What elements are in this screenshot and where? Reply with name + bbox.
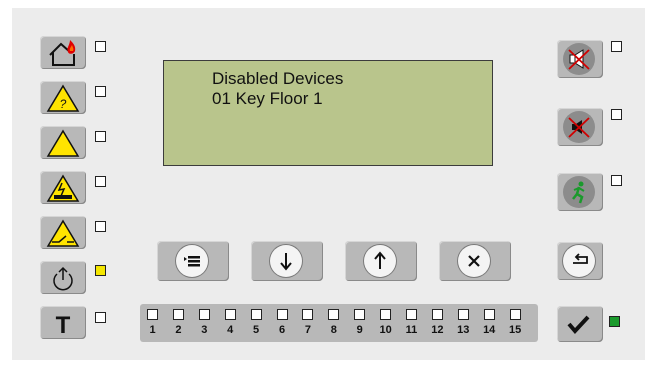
back-button[interactable] (557, 242, 603, 280)
back-return-icon (573, 253, 588, 264)
buzzer-off-button[interactable] (557, 108, 603, 146)
zone-led-13: 13 (455, 309, 479, 339)
cancel-x-icon (468, 255, 480, 267)
arrow-up-icon (374, 251, 386, 269)
test-led (95, 312, 106, 323)
test-label: T (56, 312, 71, 338)
electrical-led (95, 176, 106, 187)
zone-led-number: 13 (457, 324, 470, 336)
warning-question-icon: ? (46, 84, 80, 112)
warning-triangle-icon (46, 129, 80, 157)
power-button[interactable] (40, 261, 86, 294)
zone-led-number: 3 (201, 324, 208, 336)
warning-electrical-icon (46, 174, 80, 202)
zone-led-6: 6 (274, 309, 298, 339)
zone-led-15: 15 (507, 309, 531, 339)
zone-led-number: 14 (483, 324, 496, 336)
fire-house-icon (49, 40, 76, 66)
test-button[interactable]: T (40, 306, 86, 339)
zone-led-indicator (457, 309, 469, 320)
display-line-2: 01 Key Floor 1 (212, 89, 323, 108)
warning-led (95, 131, 106, 142)
menu-icon (184, 256, 200, 267)
power-icon (53, 266, 73, 291)
warning-switch-button[interactable] (40, 216, 86, 249)
lcd-display: Disabled Devices 01 Key Floor 1 (163, 60, 493, 166)
menu-button[interactable] (157, 241, 229, 281)
sounder-off-icon (568, 49, 590, 70)
zone-led-indicator (276, 309, 288, 320)
evacuate-icon (572, 181, 585, 204)
zone-led-indicator (147, 309, 158, 320)
zone-led-4: 4 (222, 309, 246, 339)
confirm-led (609, 316, 620, 327)
zone-led-indicator (172, 309, 184, 320)
zone-led-5: 5 (248, 309, 272, 339)
zone-led-number: 1 (149, 324, 156, 336)
zone-led-12: 12 (429, 309, 453, 339)
zone-led-number: 7 (304, 324, 311, 336)
switch-led (95, 221, 106, 232)
cancel-button[interactable] (439, 241, 511, 281)
zone-led-indicator (354, 309, 366, 320)
evacuate-button[interactable] (557, 173, 603, 211)
fire-house-button[interactable] (40, 36, 86, 69)
arrow-up-button[interactable] (345, 241, 417, 281)
display-line-1: Disabled Devices (212, 69, 344, 88)
evacuate-led (611, 175, 622, 186)
sounder-led (611, 41, 622, 52)
fault-led (95, 86, 106, 97)
fire-led (95, 41, 106, 52)
sounder-off-button[interactable] (557, 40, 603, 78)
zone-led-14: 14 (481, 309, 505, 339)
svg-text:?: ? (60, 97, 67, 111)
zone-led-10: 10 (377, 309, 401, 339)
zone-led-number: 15 (508, 324, 522, 336)
zone-led-number: 8 (330, 324, 337, 336)
arrow-down-icon (280, 253, 292, 271)
zone-led-number: 12 (431, 324, 444, 336)
zone-led-number: 6 (278, 324, 286, 336)
zone-led-11: 11 (403, 309, 427, 339)
zone-led-indicator (380, 309, 392, 320)
zone-led-indicator (250, 309, 262, 320)
zone-led-9: 9 (351, 309, 375, 339)
zone-led-1: 1 (144, 309, 168, 339)
test-t-icon: T (56, 312, 71, 338)
zone-led-number: 2 (175, 324, 182, 336)
warning-question-button[interactable]: ? (40, 81, 86, 114)
zone-led-2: 2 (170, 309, 194, 339)
zone-led-indicator (483, 309, 495, 320)
zone-led-7: 7 (299, 309, 323, 339)
zone-led-8: 8 (325, 309, 349, 339)
zone-led-indicator (328, 309, 340, 320)
buzzer-led (611, 109, 622, 120)
zone-led-3: 3 (196, 309, 220, 339)
zone-led-indicator (198, 309, 210, 320)
zone-led-number: 4 (227, 324, 234, 336)
warning-triangle-button[interactable] (40, 126, 86, 159)
checkmark-icon (567, 315, 590, 335)
warning-electrical-button[interactable] (40, 171, 86, 204)
buzzer-off-icon (568, 117, 590, 138)
zone-led-indicator (431, 309, 443, 320)
zone-led-indicator (406, 309, 417, 320)
zone-led-indicator (224, 309, 236, 320)
zone-led-number: 9 (356, 324, 363, 336)
confirm-button[interactable] (557, 306, 603, 342)
zone-led-number: 5 (253, 324, 260, 336)
warning-switch-icon (46, 219, 80, 247)
zone-led-number: 11 (405, 324, 418, 336)
power-led (95, 265, 106, 276)
zone-led-indicator (509, 309, 521, 320)
arrow-down-button[interactable] (251, 241, 323, 281)
zone-led-strip: 1 2 3 4 5 6 7 8 9 10 11 12 13 14 15 (140, 304, 538, 342)
zone-led-number: 10 (379, 324, 392, 336)
zone-led-indicator (302, 309, 314, 320)
